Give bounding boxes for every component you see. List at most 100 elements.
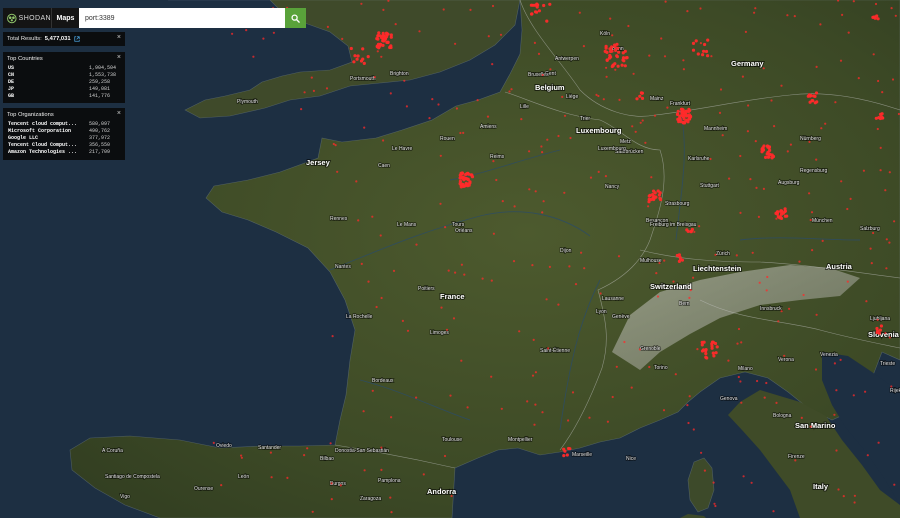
host-dot <box>376 50 379 53</box>
host-dot <box>604 175 608 178</box>
organization-row[interactable]: Tencent cloud comput... 580,097 <box>3 120 125 127</box>
host-dot <box>770 99 773 102</box>
country-row[interactable]: GB 141,776 <box>3 92 125 99</box>
host-dot <box>454 271 457 274</box>
host-dot <box>630 386 633 389</box>
host-dot <box>866 454 869 457</box>
host-dot <box>808 140 811 143</box>
label-san-marino: San Marino <box>795 421 836 430</box>
host-dot <box>513 205 516 208</box>
host-dot <box>846 207 849 211</box>
city-label: Bruxelles <box>528 72 549 78</box>
city-label: Venezia <box>820 352 838 358</box>
host-dot <box>631 125 634 128</box>
host-dot <box>303 91 306 94</box>
host-dot <box>541 73 544 77</box>
host-dot <box>547 347 550 350</box>
host-dot <box>533 41 537 45</box>
host-dot <box>794 459 797 462</box>
world-map[interactable]: France Germany Belgium Luxembourg Switze… <box>0 0 900 518</box>
host-dot <box>389 496 392 499</box>
external-link-icon[interactable] <box>73 36 80 42</box>
host-dot <box>300 108 303 111</box>
close-icon[interactable]: × <box>117 34 121 42</box>
host-dot <box>286 476 289 479</box>
host-dot <box>865 300 868 303</box>
city-label: Grenoble <box>640 346 661 352</box>
host-dot <box>680 107 685 111</box>
city-label: Lausanne <box>602 296 624 302</box>
country-row[interactable]: JP 149,081 <box>3 85 125 92</box>
host-dot <box>439 154 442 157</box>
host-dot <box>682 111 687 115</box>
host-dot <box>686 10 689 13</box>
search-button[interactable] <box>285 8 306 28</box>
host-dot <box>548 265 552 268</box>
host-dot <box>890 385 893 388</box>
host-dot <box>824 122 827 125</box>
host-dot <box>382 8 385 11</box>
top-organizations-panel: × Top Organizations Tencent cloud comput… <box>3 108 125 160</box>
shodan-logo-icon <box>7 13 17 23</box>
host-dot <box>700 349 705 353</box>
host-dot <box>588 416 591 419</box>
country-row[interactable]: CN 1,553,738 <box>3 71 125 78</box>
city-label: Brighton <box>390 71 409 77</box>
host-dot <box>604 44 608 49</box>
city-label: Augsburg <box>778 180 800 186</box>
organization-row[interactable]: Amazon Technologies ... 217,709 <box>3 148 125 155</box>
host-dot <box>705 356 709 360</box>
shodan-logo[interactable]: SHODAN <box>3 8 51 28</box>
city-label: Rijeka <box>890 388 900 394</box>
host-dot <box>529 3 534 7</box>
search-input[interactable] <box>79 8 285 28</box>
host-dot <box>679 120 683 124</box>
host-dot <box>648 54 651 57</box>
host-dot <box>371 215 374 218</box>
host-dot <box>512 260 516 263</box>
host-dot <box>809 425 812 428</box>
city-label: Köln <box>600 31 610 37</box>
host-dot <box>362 410 365 413</box>
host-dot <box>893 220 896 223</box>
host-dot <box>650 176 653 179</box>
city-label: Rennes <box>330 216 348 222</box>
organization-count: 217,709 <box>89 148 111 155</box>
close-icon[interactable]: × <box>117 110 121 118</box>
country-row[interactable]: US 1,904,504 <box>3 64 125 71</box>
host-dot <box>884 332 887 335</box>
top-countries-title: Top Countries <box>7 56 43 62</box>
host-dot <box>455 107 458 110</box>
close-icon[interactable]: × <box>117 54 121 62</box>
host-dot <box>849 197 852 200</box>
organization-row[interactable]: Google LLC 377,972 <box>3 134 125 141</box>
host-dot <box>353 54 357 58</box>
host-dot <box>814 368 818 371</box>
label-liechtenstein: Liechtenstein <box>693 264 742 273</box>
maps-tab[interactable]: Maps <box>51 8 79 28</box>
host-dot <box>655 272 658 275</box>
host-dot <box>718 111 722 114</box>
host-dot <box>677 259 682 263</box>
host-dot <box>692 428 695 431</box>
host-dot <box>461 175 465 179</box>
host-dot <box>336 170 339 173</box>
host-dot <box>704 49 709 54</box>
organization-row[interactable]: Microsoft Corporation 490,762 <box>3 127 125 134</box>
host-dot <box>352 60 356 64</box>
host-dot <box>450 494 453 498</box>
host-dot <box>813 94 817 98</box>
host-dot <box>422 473 425 476</box>
label-luxembourg: Luxembourg <box>576 126 622 135</box>
host-dot <box>694 39 698 43</box>
host-dot <box>329 442 332 445</box>
host-dot <box>310 76 313 79</box>
country-row[interactable]: DE 259,258 <box>3 78 125 85</box>
host-dot <box>891 78 895 81</box>
host-dot <box>437 103 440 106</box>
host-dot <box>382 139 385 142</box>
host-dot <box>740 341 743 344</box>
host-dot <box>870 262 873 265</box>
city-label: Nice <box>626 456 636 462</box>
organization-row[interactable]: Tencent Cloud Comput... 356,550 <box>3 141 125 148</box>
